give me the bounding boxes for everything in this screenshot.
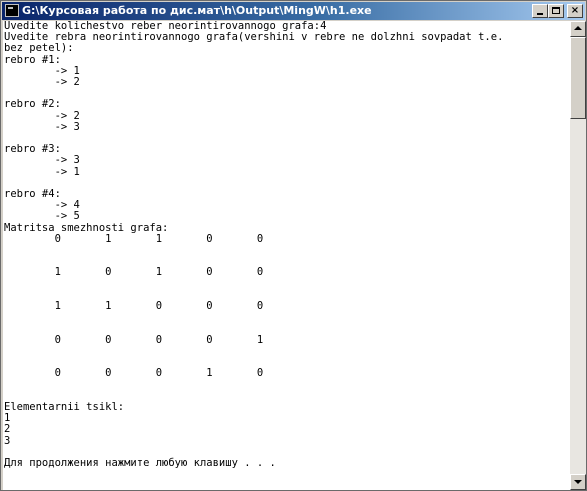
close-button[interactable]: × — [567, 4, 583, 18]
console-line: 0 1 1 0 0 — [4, 232, 264, 245]
console-line: 1 0 1 0 0 — [4, 266, 264, 279]
console-line: -> 2 — [4, 76, 80, 89]
console-line: -> 3 — [4, 154, 80, 167]
arrow-up-icon — [574, 26, 582, 30]
title-bar[interactable]: G:\Курсовая работа по дис.мат\h\Output\M… — [2, 2, 585, 20]
console-line: -> 1 — [4, 165, 80, 178]
console-window: G:\Курсовая работа по дис.мат\h\Output\M… — [0, 0, 587, 491]
arrow-down-icon — [574, 480, 582, 484]
console-line: 1 1 0 0 0 — [4, 300, 264, 313]
console-line: -> 1 — [4, 64, 80, 77]
scrollbar-thumb[interactable] — [570, 37, 586, 119]
console-line: -> 2 — [4, 109, 80, 122]
maximize-button[interactable] — [548, 4, 564, 18]
console-line: Matritsa smezhnosti grafa: — [4, 221, 169, 234]
scroll-up-button[interactable] — [570, 21, 586, 37]
console-line: 0 0 0 0 1 — [4, 333, 264, 346]
console-line: Для продолжения нажмите любую клавишу . … — [4, 456, 276, 469]
console-line: -> 5 — [4, 210, 80, 223]
console-line: -> 4 — [4, 199, 80, 212]
maximize-icon — [552, 7, 560, 14]
minimize-button[interactable] — [532, 4, 548, 18]
console-line: 2 — [4, 423, 11, 436]
console-line: rebro #1: — [4, 53, 61, 66]
scroll-down-button[interactable] — [570, 474, 586, 490]
close-icon: × — [570, 5, 580, 16]
vertical-scrollbar[interactable] — [570, 21, 586, 490]
console-line: 1 — [4, 412, 11, 425]
console-output-area[interactable]: Uvedite kolichestvo reber neorintirovann… — [3, 21, 570, 490]
minimize-icon — [537, 13, 543, 15]
console-line: rebro #4: — [4, 188, 61, 201]
console-line: 0 0 0 1 0 — [4, 367, 264, 380]
console-line: -> 3 — [4, 120, 80, 133]
console-text: Uvedite kolichestvo reber neorintirovann… — [4, 21, 503, 469]
window-title: G:\Курсовая работа по дис.мат\h\Output\M… — [22, 4, 372, 17]
console-line: 3 — [4, 434, 11, 447]
console-line: rebro #3: — [4, 143, 61, 156]
console-line: rebro #2: — [4, 98, 61, 111]
console-line: Uvedite rebra neorintirovannogo grafa(ve… — [4, 31, 504, 44]
console-app-icon[interactable] — [5, 4, 19, 17]
console-line: Elementarnii tsikl: — [4, 400, 125, 413]
console-line: bez petel): — [4, 42, 74, 55]
